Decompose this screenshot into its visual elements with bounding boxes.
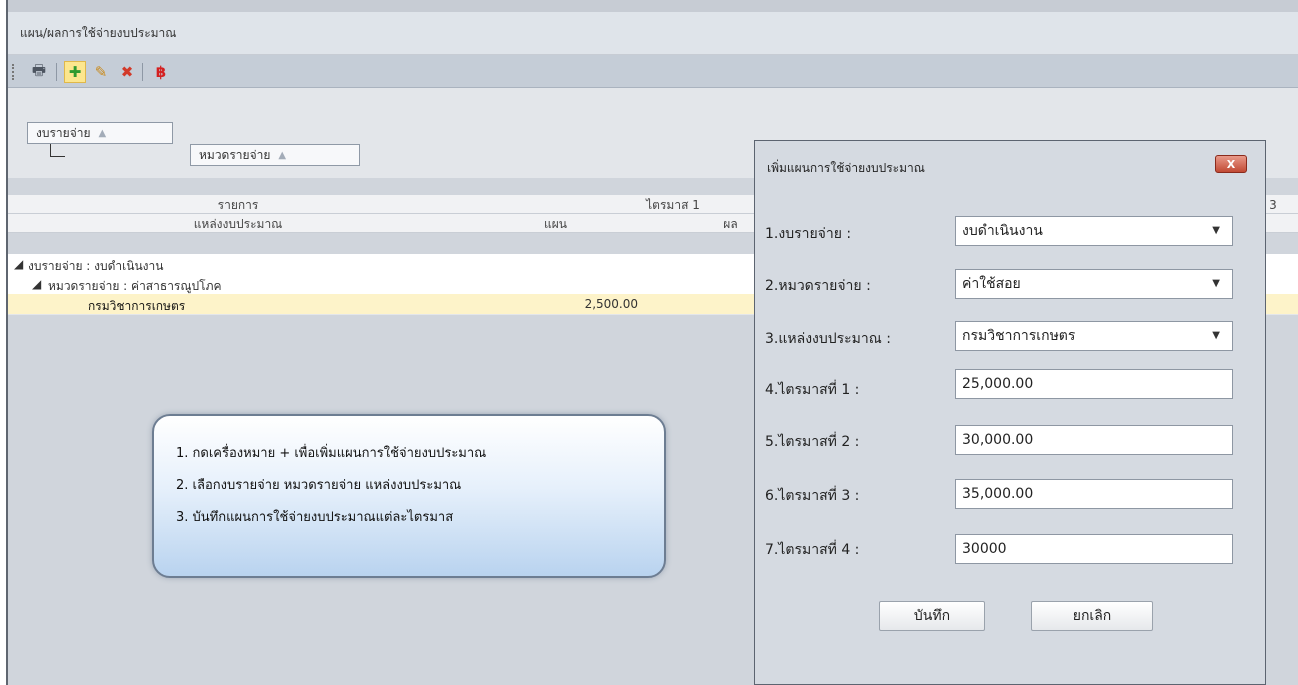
callout-line: 3. บันทึกแผนการใช้จ่ายงบประมาณแต่ละไตรมา… [176,510,454,525]
quarter-1-input[interactable]: 25,000.00 [955,369,1233,399]
column-header-item[interactable]: รายการ [8,196,468,215]
instruction-callout: 1. กดเครื่องหมาย + เพื่อเพิ่มแผนการใช้จ่… [152,414,666,578]
dropdown-arrow-icon[interactable]: ▼ [1212,217,1220,245]
budget-source-select[interactable]: กรมวิชาการเกษตร ▼ [955,321,1233,351]
quarter-2-input[interactable]: 30,000.00 [955,425,1233,455]
field-label-expense-category: 2.หมวดรายจ่าย : [765,278,871,294]
select-value: งบดำเนินงาน [962,223,1043,239]
edit-icon[interactable]: ✎ [90,61,112,83]
group-chip-expense-category[interactable]: หมวดรายจ่าย ▲ [190,144,360,166]
cancel-button[interactable]: ยกเลิก [1031,601,1153,631]
quarter-3-input[interactable]: 35,000.00 [955,479,1233,509]
add-icon[interactable]: ✚ [64,61,86,83]
dropdown-arrow-icon[interactable]: ▼ [1212,270,1220,298]
quarter-4-input[interactable]: 30000 [955,534,1233,564]
dialog-title: เพิ่มแผนการใช้จ่ายงบประมาณ [767,161,925,175]
save-button[interactable]: บันทึก [879,601,985,631]
cell-source: กรมวิชาการเกษตร [88,299,186,313]
expand-triangle-icon[interactable]: ◢ [32,277,41,291]
toolbar: 🖶 ✚ ✎ ✖ ฿ [8,55,1298,88]
cell-plan: 2,500.00 [584,297,638,311]
field-label-quarter-4: 7.ไตรมาสที่ 4 : [765,542,860,558]
close-button[interactable]: X [1215,155,1247,173]
toolbar-grip[interactable] [12,64,16,80]
callout-line: 1. กดเครื่องหมาย + เพื่อเพิ่มแผนการใช้จ่… [176,446,487,461]
group-chip-budget-type[interactable]: งบรายจ่าย ▲ [27,122,173,144]
window-titlebar: แผน/ผลการใช้จ่ายงบประมาณ [8,12,1298,54]
window-title: แผน/ผลการใช้จ่ายงบประมาณ [20,26,177,40]
expense-category-select[interactable]: ค่าใช้สอย ▼ [955,269,1233,299]
print-icon[interactable]: 🖶 [28,61,50,83]
field-label-quarter-3: 6.ไตรมาสที่ 3 : [765,488,860,504]
field-label-budget-type: 1.งบรายจ่าย : [765,226,852,242]
field-label-budget-source: 3.แหล่งงบประมาณ : [765,331,891,347]
budget-type-select[interactable]: งบดำเนินงาน ▼ [955,216,1233,246]
sort-ascending-icon: ▲ [278,149,287,161]
add-budget-plan-dialog: เพิ่มแผนการใช้จ่ายงบประมาณ X 1.งบรายจ่าย… [754,140,1266,685]
dropdown-arrow-icon[interactable]: ▼ [1212,322,1220,350]
select-value: ค่าใช้สอย [962,276,1021,292]
group-chip-label: หมวดรายจ่าย [199,147,271,162]
column-header-source[interactable]: แหล่งงบประมาณ [8,215,468,234]
field-label-quarter-2: 5.ไตรมาสที่ 2 : [765,434,860,450]
group-connector [50,144,65,157]
baht-icon[interactable]: ฿ [150,61,172,83]
toolbar-separator [56,63,57,81]
field-label-quarter-1: 4.ไตรมาสที่ 1 : [765,382,860,398]
column-header-plan[interactable]: แผน [468,215,643,234]
group-chip-label: งบรายจ่าย [36,125,91,140]
select-value: กรมวิชาการเกษตร [962,328,1076,344]
callout-line: 2. เลือกงบรายจ่าย หมวดรายจ่าย แหล่งงบประ… [176,478,462,493]
toolbar-separator [142,63,143,81]
expand-triangle-icon[interactable]: ◢ [14,257,23,271]
delete-icon[interactable]: ✖ [116,61,138,83]
sort-ascending-icon: ▲ [98,127,107,139]
